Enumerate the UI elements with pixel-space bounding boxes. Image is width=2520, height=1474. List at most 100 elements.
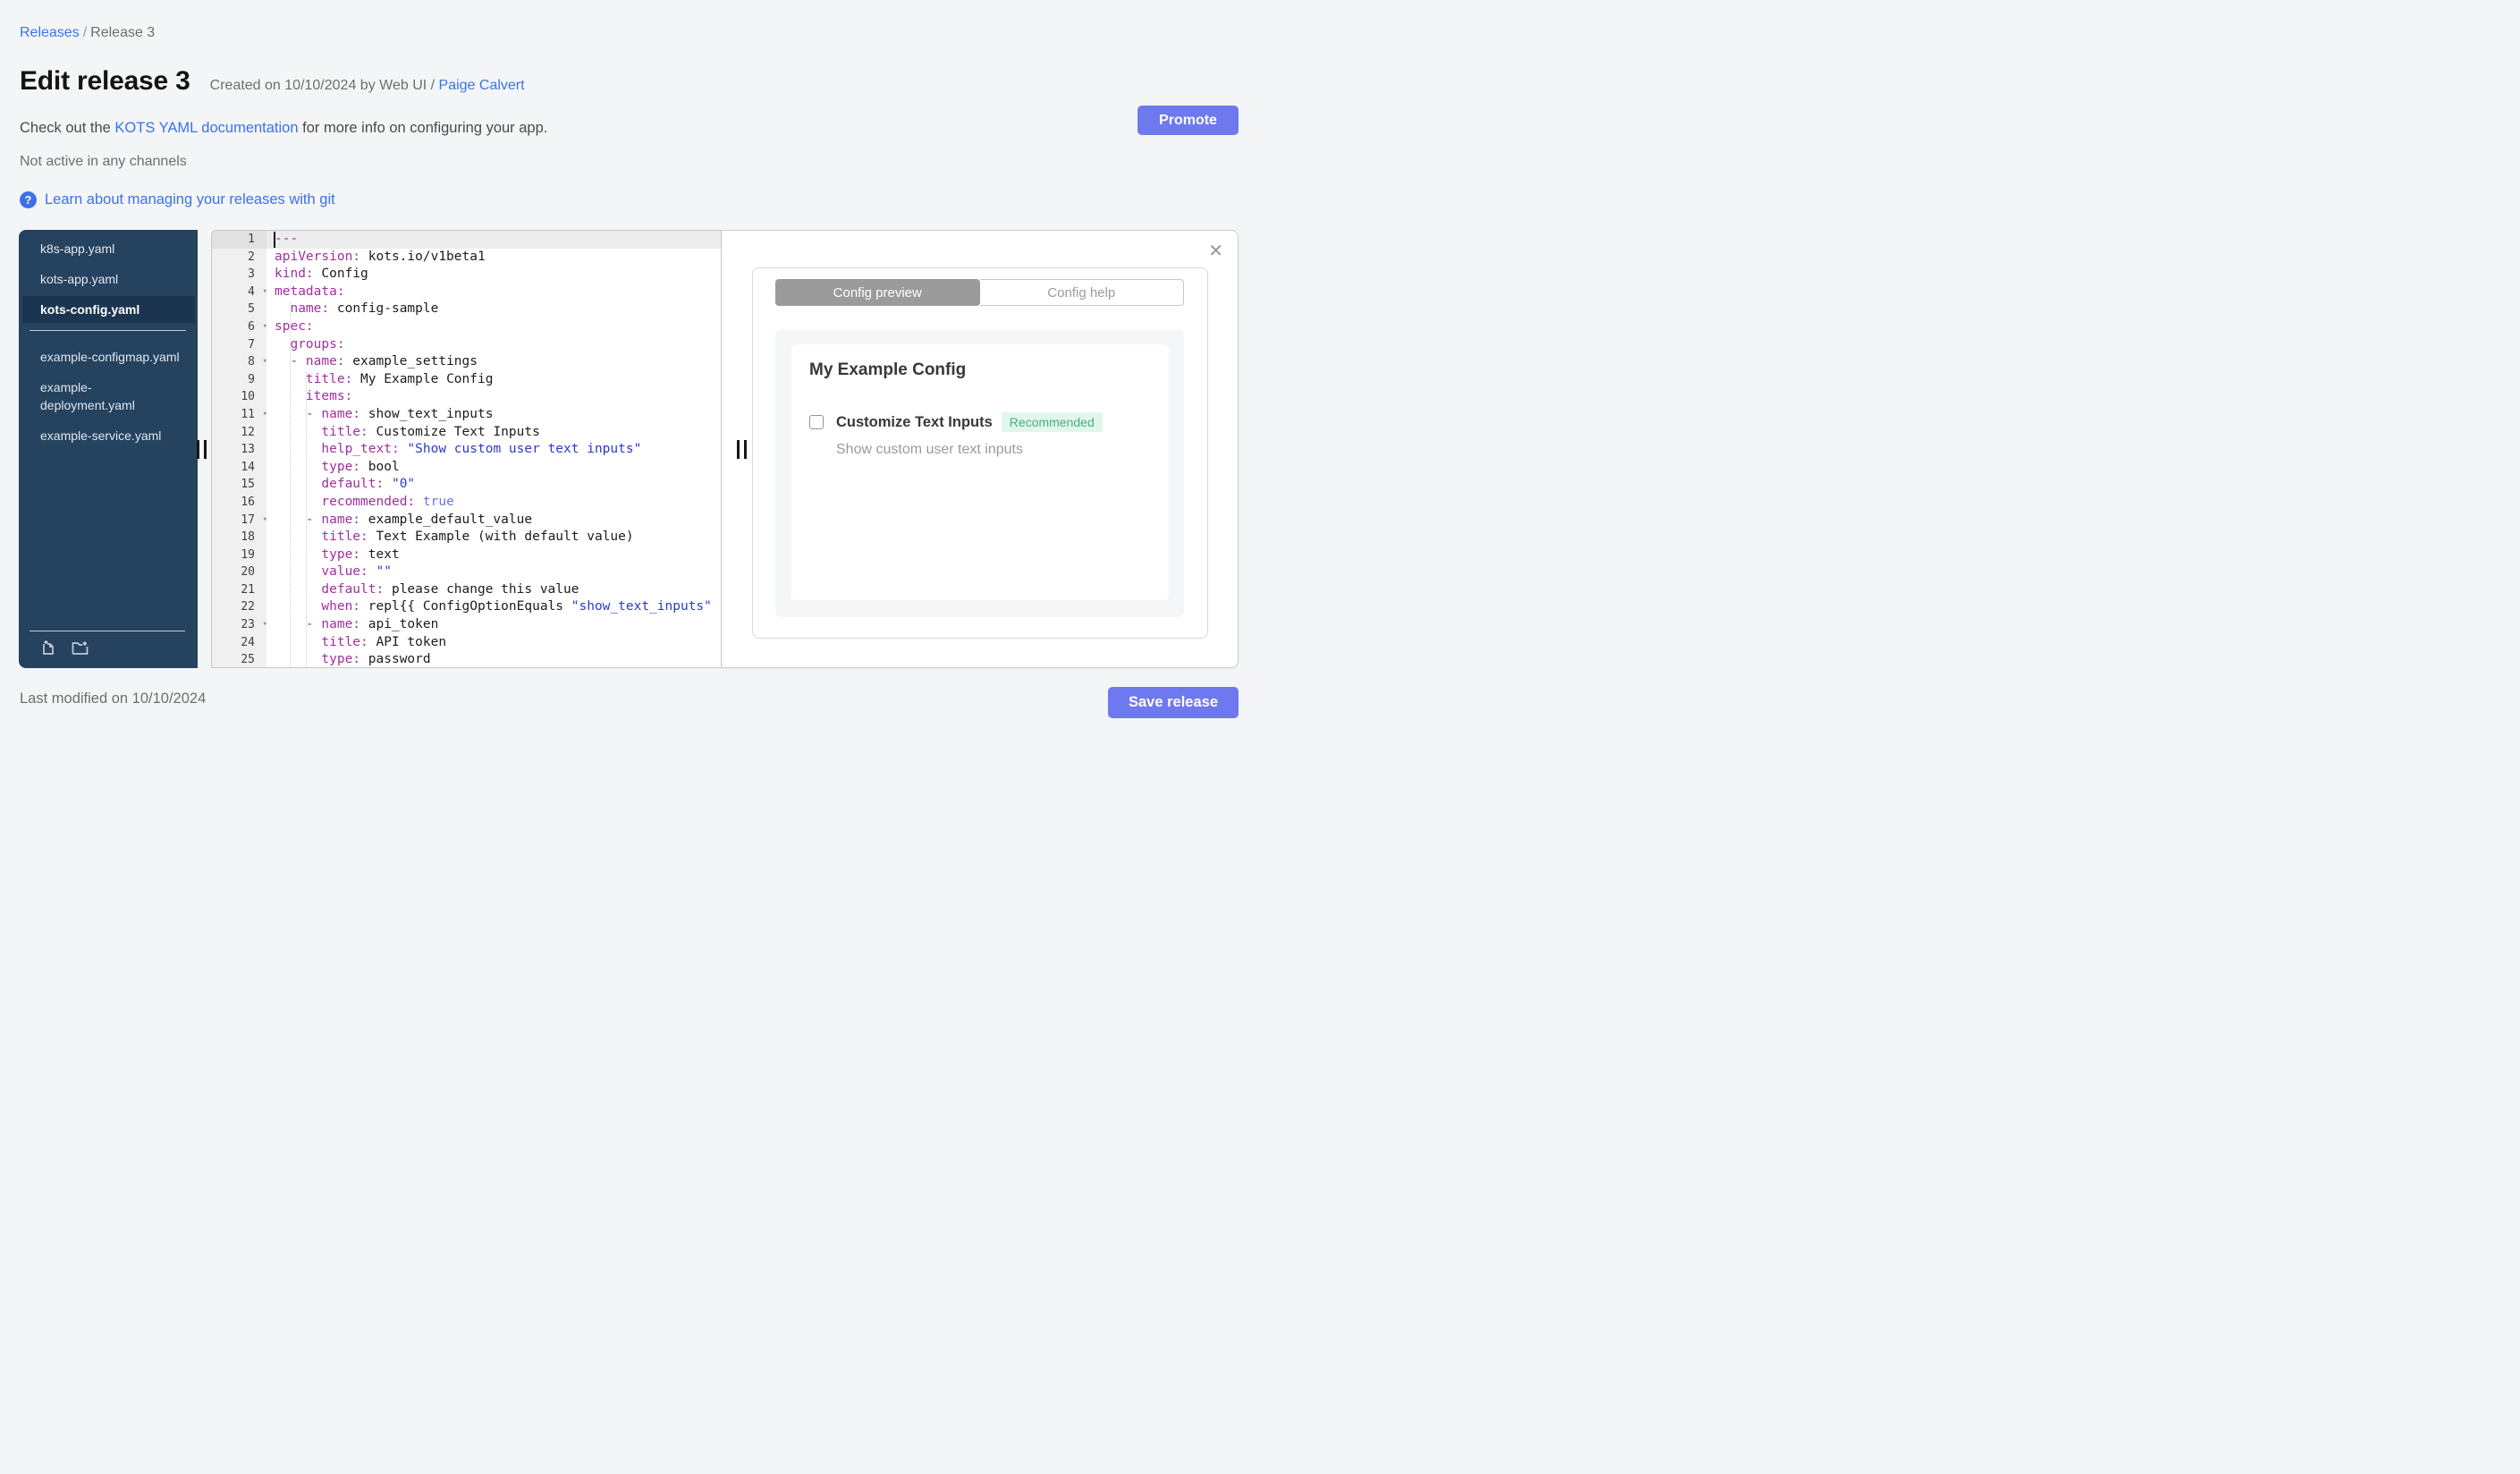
sidebar-item-example-service.yaml[interactable]: example-service.yaml (19, 422, 198, 449)
fold-arrow-icon[interactable]: ▾ (263, 353, 267, 371)
breadcrumb: Releases / Release 3 (20, 25, 155, 41)
line-number: 13 (241, 443, 255, 457)
editor-line-1: 1 --- (212, 231, 721, 249)
code-content: metadata: (275, 284, 345, 299)
config-item-label: Customize Text Inputs (836, 413, 993, 430)
config-item-row: Customize Text Inputs Recommended (809, 412, 1151, 432)
fold-arrow-icon[interactable]: ▾ (263, 406, 267, 424)
close-icon[interactable]: ✕ (1208, 241, 1223, 259)
editor-line-8: 8 ▾ - name: example_settings (212, 353, 721, 371)
code-content: - name: example_settings (290, 354, 478, 369)
sidebar-item-example-deployment.yaml[interactable]: example-deployment.yaml (19, 374, 198, 419)
code-content: title: My Example Config (305, 371, 494, 386)
indent-guide-col4 (306, 372, 307, 667)
editor-line-21: 21 default: please change this value (212, 581, 721, 599)
code-content: - name: example_default_value (305, 512, 533, 527)
page-title: Edit release 3 (20, 66, 190, 96)
preview-resize-handle[interactable] (737, 440, 747, 459)
code-content: items: (305, 389, 353, 404)
editor-line-11: 11 ▾ - name: show_text_inputs (212, 406, 721, 424)
docs-line: Check out the KOTS YAML documentation fo… (20, 120, 547, 137)
editor-line-9: 9 title: My Example Config (212, 371, 721, 389)
code-content: groups: (290, 336, 345, 352)
line-number: 15 (241, 478, 255, 492)
code-content: title: Customize Text Inputs (321, 424, 540, 439)
created-prefix: Created on 10/10/2024 by Web UI / (209, 78, 439, 93)
fold-arrow-icon[interactable]: ▾ (263, 616, 267, 634)
sidebar-divider (30, 330, 186, 331)
config-group-card: My Example Config Customize Text Inputs … (791, 344, 1169, 600)
author-link[interactable]: Paige Calvert (439, 78, 525, 93)
config-preview-area: My Example Config Customize Text Inputs … (775, 330, 1184, 617)
sidebar-item-example-configmap.yaml[interactable]: example-configmap.yaml (19, 343, 198, 370)
save-release-button[interactable]: Save release (1108, 687, 1239, 718)
fold-arrow-icon[interactable]: ▾ (263, 284, 267, 301)
line-number: 22 (241, 600, 255, 614)
breadcrumb-releases-link[interactable]: Releases (20, 25, 80, 40)
line-number: 10 (241, 390, 255, 404)
line-number: 9 (248, 372, 255, 386)
editor-line-13: 13 help_text: "Show custom user text inp… (212, 441, 721, 459)
code-content: apiVersion: kots.io/v1beta1 (275, 249, 486, 264)
new-file-icon[interactable] (40, 640, 56, 656)
editor-line-7: 7 groups: (212, 336, 721, 354)
file-list: k8s-app.yaml kots-app.yaml kots-config.yam… (19, 230, 198, 631)
tab-config-help[interactable]: Config help (979, 279, 1184, 306)
line-number: 20 (241, 565, 255, 580)
line-number: 19 (241, 547, 255, 562)
promote-button[interactable]: Promote (1137, 106, 1239, 135)
code-content: name: config-sample (290, 301, 439, 317)
config-group-title: My Example Config (809, 360, 967, 379)
docs-suffix: for more info on configuring your app. (298, 120, 548, 136)
editor-line-10: 10 items: (212, 388, 721, 406)
editor-line-2: 2 apiVersion: kots.io/v1beta1 (212, 249, 721, 267)
fold-arrow-icon[interactable]: ▾ (263, 512, 267, 529)
line-number: 18 (241, 530, 255, 545)
sidebar-resize-handle[interactable] (197, 440, 207, 459)
sidebar-item-k8s-app.yaml[interactable]: k8s-app.yaml (19, 235, 198, 262)
help-question-icon[interactable]: ? (20, 191, 37, 208)
editor-line-23: 23 ▾ - name: api_token (212, 616, 721, 634)
editor-line-22: 22 when: repl{{ ConfigOptionEquals "show… (212, 598, 721, 616)
last-modified-text: Last modified on 10/10/2024 (20, 690, 207, 707)
fold-arrow-icon[interactable]: ▾ (263, 318, 267, 336)
kots-yaml-docs-link[interactable]: KOTS YAML documentation (114, 120, 298, 136)
editor-line-5: 5 name: config-sample (212, 301, 721, 318)
config-tabs-card: Config preview Config help My Example Con… (752, 267, 1208, 639)
code-content: value: "" (321, 564, 392, 580)
title-row: Edit release 3 Created on 10/10/2024 by … (20, 66, 525, 97)
editor-line-3: 3 kind: Config (212, 266, 721, 284)
line-number: 2 (248, 250, 255, 264)
yaml-code-editor[interactable]: 1 --- 2 apiVersion: kots.io/v1beta1 3 kind: C… (211, 230, 722, 668)
sidebar-item-kots-app.yaml[interactable]: kots-app.yaml (19, 266, 198, 292)
sidebar-item-kots-config.yaml[interactable]: kots-config.yaml (22, 296, 195, 323)
customize-text-inputs-checkbox[interactable] (809, 415, 824, 429)
line-number: 24 (241, 635, 255, 649)
new-folder-icon[interactable] (72, 640, 89, 656)
tab-config-preview[interactable]: Config preview (775, 279, 980, 306)
code-content: default: "0" (321, 477, 416, 492)
editor-line-20: 20 value: "" (212, 563, 721, 581)
config-item-help-text: Show custom user text inputs (836, 442, 1023, 457)
editor-line-17: 17 ▾ - name: example_default_value (212, 512, 721, 529)
editor-line-18: 18 title: Text Example (with default val… (212, 529, 721, 546)
breadcrumb-current: Release 3 (90, 25, 156, 40)
line-number: 1 (212, 231, 266, 249)
git-releases-link[interactable]: Learn about managing your releases with … (45, 191, 335, 208)
line-number: 11 ▾ (212, 406, 267, 424)
line-number: 14 (241, 460, 255, 474)
config-preview-pane: ✕ Config preview Config help My Example C… (722, 230, 1239, 668)
editor-lines: 1 --- 2 apiVersion: kots.io/v1beta1 3 kind: C… (212, 231, 721, 667)
line-number: 21 (241, 582, 255, 597)
recommended-badge: Recommended (1001, 412, 1103, 432)
indent-guide-col2 (290, 301, 291, 667)
line-number: 8 ▾ (212, 353, 267, 371)
editor-line-25: 25 type: password (212, 651, 721, 667)
code-content: title: API token (321, 634, 447, 649)
line-number: 4 ▾ (212, 284, 267, 301)
code-content: --- (266, 231, 721, 249)
sidebar-footer (19, 631, 198, 668)
code-content: - name: api_token (305, 617, 439, 632)
editor-line-19: 19 type: text (212, 546, 721, 564)
code-content: type: password (321, 652, 431, 667)
